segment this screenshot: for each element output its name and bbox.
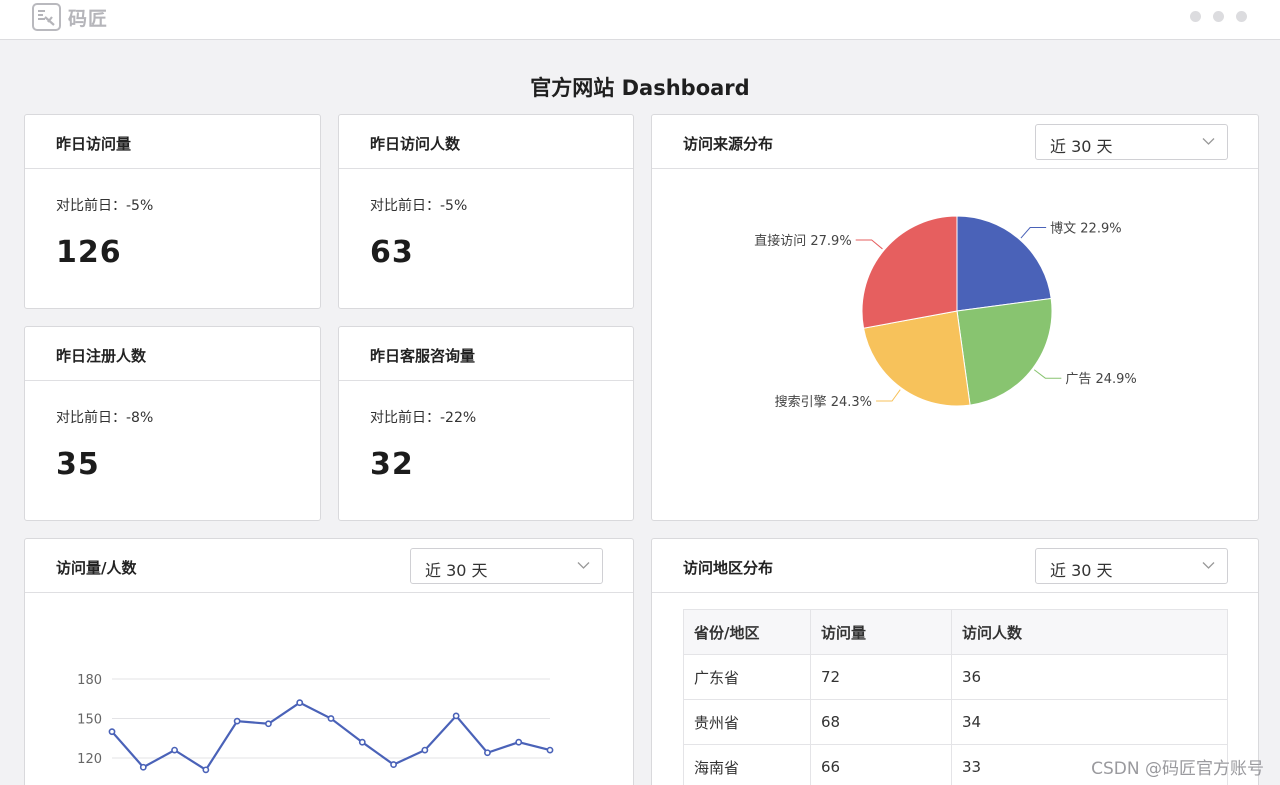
stat-compare: 对比前日：-5% xyxy=(370,198,468,214)
table-cell: 36 xyxy=(951,654,1228,700)
trend-range-value: 近 30 天 xyxy=(425,561,488,580)
table-cell: 34 xyxy=(951,699,1228,745)
line-point[interactable] xyxy=(233,717,241,725)
pie-label-line xyxy=(1020,227,1047,239)
window-controls xyxy=(1190,11,1247,22)
pie-slice-label: 广告 24.9% xyxy=(1065,372,1136,387)
source-distribution-card: 访问来源分布 近 30 天 博文 22.9% 广告 24.9% 搜索引擎 24.3%… xyxy=(651,114,1259,521)
stat-card-yesterday-visitors: 昨日访问人数 对比前日：-5% 63 xyxy=(338,114,634,309)
table-cell: 72 xyxy=(810,654,952,700)
line-point[interactable] xyxy=(171,746,178,754)
stat-title: 昨日客服咨询量 xyxy=(370,347,476,365)
line-series xyxy=(111,701,551,772)
table-row[interactable]: 贵州省 68 34 xyxy=(683,699,1228,745)
watermark: CSDN @码匠官方账号 xyxy=(1091,759,1264,779)
stat-value: 32 xyxy=(370,447,414,482)
table-header-row: 省份/地区 访问量 访问人数 xyxy=(683,609,1228,655)
stat-title: 昨日访问人数 xyxy=(370,135,461,153)
line-point[interactable] xyxy=(202,766,210,774)
logo: 码匠 xyxy=(32,3,108,31)
region-card: 访问地区分布 近 30 天 省份/地区 访问量 访问人数 广东省 72 36 贵… xyxy=(651,538,1259,785)
line-point[interactable] xyxy=(358,738,366,746)
page-title: 官方网站 Dashboard xyxy=(530,76,750,100)
region-range-select[interactable]: 近 30 天 xyxy=(1035,548,1228,584)
line-point[interactable] xyxy=(546,746,554,754)
top-bar: 码匠 xyxy=(0,0,1280,40)
y-tick-label: 150 xyxy=(77,713,102,728)
chevron-down-icon xyxy=(1202,138,1215,145)
trend-card: 访问量/人数 近 30 天 180 150 120 xyxy=(24,538,634,785)
window-dot-2[interactable] xyxy=(1213,11,1224,22)
column-header[interactable]: 访问量 xyxy=(810,609,952,655)
pie-slice-1[interactable] xyxy=(956,215,1052,312)
stat-value: 126 xyxy=(56,235,122,270)
source-range-select[interactable]: 近 30 天 xyxy=(1035,124,1228,160)
table-cell: 广东省 xyxy=(683,654,811,700)
pie-slice-label: 搜索引擎 24.3% xyxy=(775,395,872,410)
region-range-value: 近 30 天 xyxy=(1050,561,1113,580)
y-tick-label: 180 xyxy=(77,673,102,688)
line-point[interactable] xyxy=(421,746,429,754)
line-point[interactable] xyxy=(327,715,335,722)
line-chart: 180 150 120 xyxy=(77,673,554,774)
line-point[interactable] xyxy=(296,699,304,707)
window-dot-1[interactable] xyxy=(1190,11,1201,22)
table-cell: 68 xyxy=(810,699,952,745)
pie-chart: 博文 22.9% 广告 24.9% 搜索引擎 24.3% 直接访问 27.9% xyxy=(754,215,1137,410)
pie-slice-4[interactable] xyxy=(861,215,958,329)
stat-card-yesterday-signups: 昨日注册人数 对比前日：-8% 35 xyxy=(24,326,321,521)
table-cell: 66 xyxy=(810,744,952,785)
pie-label-line xyxy=(1033,369,1062,379)
line-point[interactable] xyxy=(515,738,523,746)
table-cell: 海南省 xyxy=(683,744,811,785)
table-row[interactable]: 广东省 72 36 xyxy=(683,654,1228,700)
line-point[interactable] xyxy=(139,763,147,771)
y-tick-label: 120 xyxy=(77,752,102,767)
source-range-value: 近 30 天 xyxy=(1050,137,1113,156)
line-point[interactable] xyxy=(484,749,491,757)
column-header[interactable]: 访问人数 xyxy=(951,609,1228,655)
line-point[interactable] xyxy=(390,761,397,768)
pie-slice-label: 博文 22.9% xyxy=(1050,222,1121,237)
trend-title: 访问量/人数 xyxy=(56,559,137,577)
stat-value: 63 xyxy=(370,235,414,270)
line-point[interactable] xyxy=(265,720,272,728)
brand-name: 码匠 xyxy=(68,7,109,30)
stat-value: 35 xyxy=(56,447,100,482)
line-point[interactable] xyxy=(108,728,116,736)
chevron-down-icon xyxy=(1202,562,1215,569)
logo-icon xyxy=(32,3,61,31)
pie-slice-2[interactable] xyxy=(956,297,1053,406)
chevron-down-icon xyxy=(577,562,590,569)
pie-label-line xyxy=(876,389,901,402)
column-header[interactable]: 省份/地区 xyxy=(683,609,811,655)
pie-label-line xyxy=(855,239,883,250)
window-dot-3[interactable] xyxy=(1236,11,1247,22)
stat-title: 昨日注册人数 xyxy=(56,347,147,365)
pie-slice-label: 直接访问 27.9% xyxy=(754,233,851,249)
region-title: 访问地区分布 xyxy=(683,559,774,577)
stat-compare: 对比前日：-22% xyxy=(370,410,477,426)
source-title: 访问来源分布 xyxy=(683,135,774,153)
table-cell: 贵州省 xyxy=(683,699,811,745)
line-point[interactable] xyxy=(452,712,460,720)
stat-compare: 对比前日：-8% xyxy=(56,410,154,426)
stat-card-yesterday-visits: 昨日访问量 对比前日：-5% 126 xyxy=(24,114,321,309)
stat-card-yesterday-support: 昨日客服咨询量 对比前日：-22% 32 xyxy=(338,326,634,521)
stat-compare: 对比前日：-5% xyxy=(56,198,154,214)
stat-title: 昨日访问量 xyxy=(56,135,132,153)
trend-range-select[interactable]: 近 30 天 xyxy=(410,548,603,584)
